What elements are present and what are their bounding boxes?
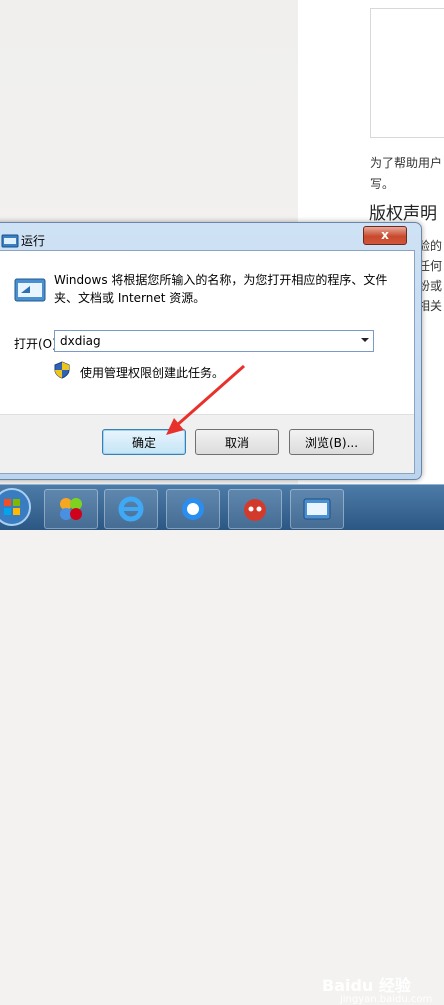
taskbar-app-run[interactable] xyxy=(290,489,344,529)
taskbar-app-browser[interactable] xyxy=(166,489,220,529)
taskbar-app-ie[interactable] xyxy=(104,489,158,529)
close-button[interactable]: x xyxy=(363,226,407,245)
run-icon xyxy=(1,234,19,248)
dialog-title: 运行 xyxy=(21,234,46,248)
admin-note: 使用管理权限创建此任务。 xyxy=(80,366,225,380)
run-program-icon xyxy=(14,278,46,302)
uac-shield-icon xyxy=(54,361,70,379)
command-value: dxdiag xyxy=(60,334,101,348)
taskbar-app-media[interactable] xyxy=(44,489,98,529)
cancel-button[interactable]: 取消 xyxy=(195,429,279,455)
media-app-icon xyxy=(60,498,82,520)
ok-button[interactable]: 确定 xyxy=(102,429,186,455)
section-title: 版权声明 xyxy=(369,204,437,224)
dialog-footer: 确定 取消 浏览(B)... xyxy=(0,414,414,473)
dropdown-arrow-icon[interactable] xyxy=(361,338,369,342)
browser-icon xyxy=(182,498,204,520)
article-text-line: 为了帮助用户 xyxy=(370,156,443,170)
dialog-description: Windows 将根据您所输入的名称，为您打开相应的程序、文件夹、文档或 Int… xyxy=(54,273,388,305)
taskbar: Baidu 经验 jingyan.baidu.com xyxy=(0,484,444,1005)
watermark: Baidu 经验 xyxy=(322,976,411,995)
article-text-line: 写。 xyxy=(370,177,395,191)
taskbar-app-game[interactable] xyxy=(228,489,282,529)
internet-explorer-icon xyxy=(118,496,144,522)
dialog-body: Windows 将根据您所输入的名称，为您打开相应的程序、文件夹、文档或 Int… xyxy=(0,250,415,474)
start-button-icon[interactable] xyxy=(0,487,32,527)
command-input[interactable]: dxdiag xyxy=(54,330,374,352)
run-taskbar-icon xyxy=(303,498,331,520)
run-dialog: 运行 x Windows 将根据您所输入的名称，为您打开相应的程序、文件夹、文档… xyxy=(0,222,422,480)
article-image-placeholder xyxy=(370,8,444,138)
browse-button[interactable]: 浏览(B)... xyxy=(289,429,374,455)
watermark-url: jingyan.baidu.com xyxy=(340,994,433,1005)
game-app-icon xyxy=(244,499,266,521)
